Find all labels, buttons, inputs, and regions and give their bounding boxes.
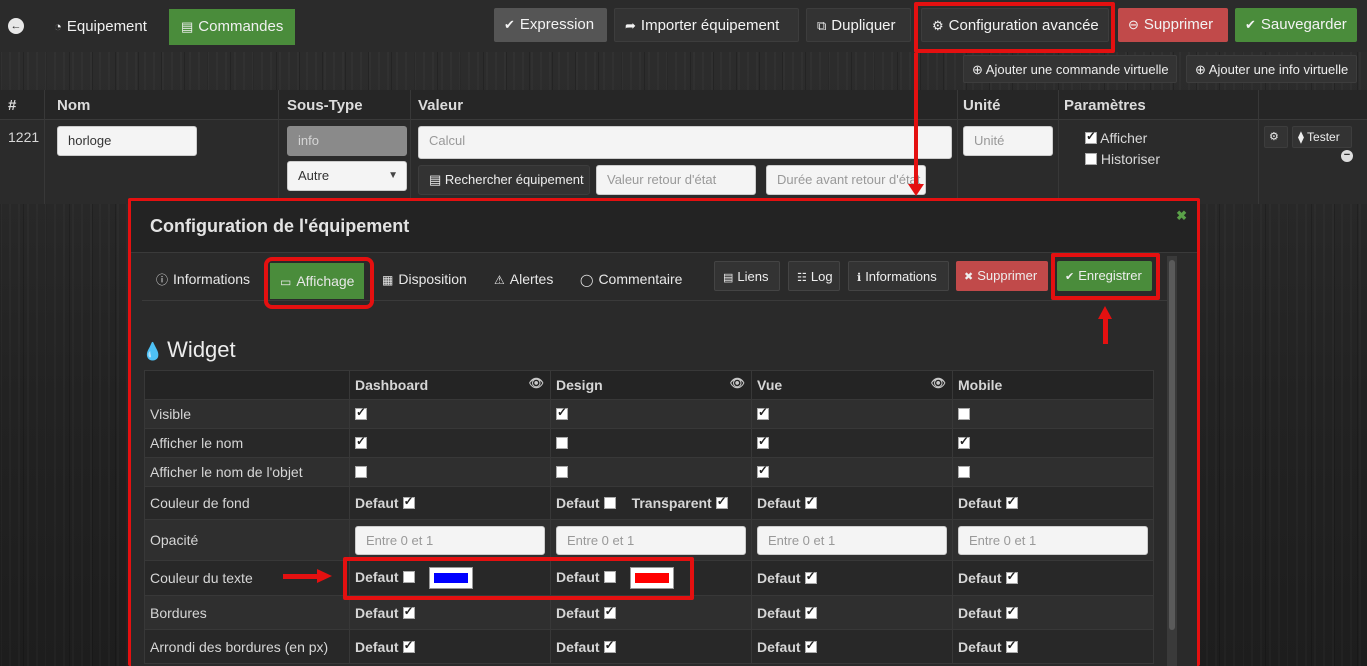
commands-table: # Nom Sous-Type Valeur Unité Paramètres … bbox=[0, 90, 1367, 204]
historiser-label: Historiser bbox=[1100, 151, 1161, 167]
annotation-arrow-line bbox=[914, 53, 918, 188]
afficher-label: Afficher bbox=[1100, 130, 1148, 146]
value-calc-textarea[interactable]: Calcul bbox=[418, 126, 952, 159]
annotation-enregistrer-highlight bbox=[1051, 253, 1160, 300]
share-arrow-icon: ➦ bbox=[625, 18, 636, 33]
search-equipment-label: Rechercher équipement bbox=[444, 172, 584, 187]
save-button[interactable]: ✔ Sauvegarder bbox=[1235, 8, 1357, 42]
col-valeur: Valeur bbox=[418, 97, 464, 114]
check-icon: ✔ bbox=[504, 17, 515, 32]
annotation-arrow-line bbox=[1103, 318, 1108, 344]
return-delay-input[interactable]: Durée avant retour d'état bbox=[766, 165, 926, 195]
check-circle-icon: ✔ bbox=[1245, 17, 1256, 32]
afficher-option[interactable]: Afficher bbox=[1085, 129, 1148, 146]
historiser-checkbox[interactable] bbox=[1085, 153, 1097, 165]
dashboard-icon: ◔ bbox=[54, 19, 62, 34]
col-nom: Nom bbox=[57, 97, 91, 114]
save-label: Sauvegarder bbox=[1260, 16, 1347, 33]
remove-command-icon[interactable]: − bbox=[1341, 150, 1353, 162]
chevron-down-icon: ▼ bbox=[388, 170, 398, 181]
annotation-arrow-down-icon bbox=[908, 184, 924, 196]
column-divider bbox=[1258, 90, 1259, 204]
tab-commandes-label: Commandes bbox=[198, 18, 284, 35]
command-id: 1221 bbox=[8, 129, 40, 145]
delete-button[interactable]: ⊖ Supprimer bbox=[1118, 8, 1228, 42]
back-arrow-icon[interactable]: ← bbox=[8, 18, 24, 34]
add-virtual-info-label: Ajouter une info virtuelle bbox=[1208, 62, 1349, 77]
annotation-arrow-line bbox=[283, 574, 319, 579]
top-toolbar: ← ◔ Equipement ▤ Commandes ✔ Expression ➦ Im… bbox=[0, 0, 1367, 52]
subtype-value: Autre bbox=[298, 168, 330, 183]
annotation-text-color-highlight bbox=[343, 557, 694, 600]
expression-button[interactable]: ✔ Expression bbox=[494, 8, 607, 42]
historiser-option[interactable]: Historiser bbox=[1085, 151, 1160, 167]
list-icon: ▤ bbox=[429, 172, 445, 187]
annotation-arrow-right-icon bbox=[317, 569, 332, 583]
gears-icon: ⚙ bbox=[1269, 131, 1279, 143]
duplicate-button[interactable]: ⧉ Dupliquer bbox=[806, 8, 911, 42]
tab-equipement-label: Equipement bbox=[66, 18, 147, 35]
col-parametres: Paramètres bbox=[1064, 97, 1146, 114]
import-equipment-button[interactable]: ➦ Importer équipement bbox=[614, 8, 799, 42]
tab-equipement[interactable]: ◔ Equipement bbox=[42, 9, 159, 45]
search-equipment-button[interactable]: ▤ Rechercher équipement bbox=[418, 165, 590, 195]
delete-label: Supprimer bbox=[1143, 16, 1214, 33]
column-divider bbox=[44, 90, 45, 204]
subtype-select[interactable]: Autre ▼ bbox=[287, 161, 407, 191]
command-type-field: info bbox=[287, 126, 407, 156]
unit-input[interactable]: Unité bbox=[963, 126, 1053, 156]
command-name-input[interactable]: horloge bbox=[57, 126, 197, 156]
annotation-arrow-up-icon bbox=[1098, 306, 1112, 319]
column-divider bbox=[957, 90, 958, 204]
col-id: # bbox=[8, 97, 17, 114]
col-unite: Unité bbox=[963, 97, 1001, 114]
test-label: Tester bbox=[1307, 130, 1340, 144]
state-return-value-input[interactable]: Valeur retour d'état bbox=[596, 165, 756, 195]
column-divider bbox=[1058, 90, 1059, 204]
import-label: Importer équipement bbox=[640, 17, 780, 34]
col-sous-type: Sous-Type bbox=[287, 97, 363, 114]
add-virtual-command-label: Ajouter une commande virtuelle bbox=[985, 62, 1169, 77]
afficher-checkbox[interactable] bbox=[1085, 129, 1097, 144]
minus-circle-icon: ⊖ bbox=[1128, 17, 1139, 32]
copy-icon: ⧉ bbox=[817, 18, 827, 33]
commands-table-header: # Nom Sous-Type Valeur Unité Paramètres bbox=[0, 90, 1367, 120]
column-divider bbox=[410, 90, 411, 204]
command-config-gears-button[interactable]: ⚙ bbox=[1264, 126, 1288, 148]
list-icon: ▤ bbox=[181, 19, 194, 34]
plus-circle-icon: ⊕ bbox=[972, 62, 986, 77]
test-command-button[interactable]: ⧫ Tester bbox=[1292, 126, 1352, 148]
annotation-advanced-config-highlight bbox=[914, 2, 1115, 53]
expression-label: Expression bbox=[519, 16, 595, 33]
add-virtual-command-button[interactable]: ⊕ Ajouter une commande virtuelle bbox=[963, 55, 1177, 83]
plus-circle-icon: ⊕ bbox=[1195, 62, 1209, 77]
duplicate-label: Dupliquer bbox=[831, 17, 896, 34]
tab-commandes[interactable]: ▤ Commandes bbox=[169, 9, 296, 45]
add-virtual-info-button[interactable]: ⊕ Ajouter une info virtuelle bbox=[1186, 55, 1357, 83]
rss-icon: ⧫ bbox=[1298, 130, 1308, 144]
annotation-affichage-highlight bbox=[264, 257, 374, 309]
column-divider bbox=[278, 90, 279, 204]
